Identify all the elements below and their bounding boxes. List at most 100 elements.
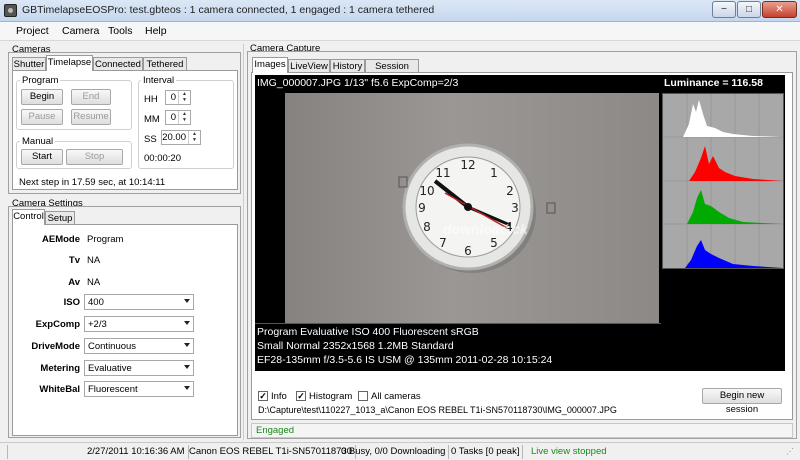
svg-text:11: 11 xyxy=(435,166,450,180)
histogram-panel xyxy=(662,93,784,269)
all-cameras-checkbox[interactable] xyxy=(358,391,368,401)
watermark: download.ck xyxy=(443,221,528,237)
histogram-chart xyxy=(663,94,783,268)
mm-label: MM xyxy=(144,114,160,125)
histogram-blue xyxy=(663,240,783,268)
hh-value: 0 xyxy=(170,92,176,103)
window-title: GBTimelapseEOSPro: test.gbteos : 1 camer… xyxy=(22,4,435,16)
tab-history[interactable]: History xyxy=(330,59,365,73)
start-button[interactable]: Start xyxy=(21,149,63,165)
menu-bar: Project Camera Tools Help xyxy=(0,22,800,41)
mm-spinner[interactable]: 0 ▲ ▼ xyxy=(165,110,191,125)
histogram-red xyxy=(663,146,783,181)
whitebal-label: WhiteBal xyxy=(39,384,80,395)
tv-label: Tv xyxy=(68,255,80,266)
tab-setup[interactable]: Setup xyxy=(45,211,75,225)
hh-label: HH xyxy=(144,94,158,105)
drivemode-value: Continuous xyxy=(88,341,137,352)
metering-select[interactable]: Evaluative xyxy=(84,360,194,376)
status-camera: Canon EOS REBEL T1i-SN570118730 xyxy=(186,445,357,459)
histogram-green xyxy=(663,190,783,224)
menu-project[interactable]: Project xyxy=(16,25,49,37)
svg-text:6: 6 xyxy=(464,244,472,258)
program-legend: Program xyxy=(20,75,61,86)
menu-help[interactable]: Help xyxy=(145,25,167,37)
drivemode-label: DriveMode xyxy=(31,341,80,352)
end-button[interactable]: End xyxy=(71,89,111,105)
status-bar: 2/27/2011 10:16:36 AM Canon EOS REBEL T1… xyxy=(0,442,800,460)
tab-liveview[interactable]: LiveView xyxy=(288,59,330,73)
tab-timelapse[interactable]: Timelapse xyxy=(46,55,93,71)
all-cameras-checkbox-label: All cameras xyxy=(371,391,421,402)
title-bar: GBTimelapseEOSPro: test.gbteos : 1 camer… xyxy=(0,0,800,22)
status-busy: 0 Busy, 0/0 Downloading xyxy=(338,445,450,459)
manual-legend: Manual xyxy=(20,136,56,147)
av-label: Av xyxy=(68,277,80,288)
spin-arrows-icon[interactable]: ▲ ▼ xyxy=(178,91,190,104)
iso-value: 400 xyxy=(88,297,104,308)
aemode-value: Program xyxy=(87,234,124,245)
spin-arrows-icon[interactable]: ▲ ▼ xyxy=(188,131,200,144)
engaged-text: Engaged xyxy=(256,425,295,436)
tab-images[interactable]: Images xyxy=(252,57,288,73)
svg-text:5: 5 xyxy=(490,236,498,250)
tab-shutter[interactable]: Shutter xyxy=(12,57,46,71)
info-line-3: EF28-135mm f/3.5-5.6 IS USM @ 135mm 2011… xyxy=(257,354,553,366)
info-checkbox[interactable]: ✓ xyxy=(258,391,268,401)
dropdown-arrow-icon xyxy=(184,343,190,347)
engaged-bar: Engaged xyxy=(251,423,793,438)
tab-connected[interactable]: Connected xyxy=(93,57,143,71)
menu-camera[interactable]: Camera xyxy=(62,25,99,37)
begin-new-session-button[interactable]: Begin new session xyxy=(702,388,782,415)
spin-arrows-icon[interactable]: ▲ ▼ xyxy=(178,111,190,124)
histogram-checkbox-label: Histogram xyxy=(309,391,353,402)
dropdown-arrow-icon xyxy=(184,321,190,325)
expcomp-value: +2/3 xyxy=(88,319,107,330)
svg-text:12: 12 xyxy=(460,158,475,172)
svg-text:1: 1 xyxy=(490,166,498,180)
info-line-2: Small Normal 2352x1568 1.2MB Standard xyxy=(257,340,454,352)
resume-button[interactable]: Resume xyxy=(71,109,111,125)
hh-spinner[interactable]: 0 ▲ ▼ xyxy=(165,90,191,105)
tab-session-log[interactable]: Session Log xyxy=(365,59,419,85)
dropdown-arrow-icon xyxy=(184,299,190,303)
histogram-white xyxy=(663,100,783,137)
status-spacer xyxy=(0,445,8,459)
panel-splitter[interactable] xyxy=(243,44,246,440)
tab-tethered[interactable]: Tethered xyxy=(143,57,187,71)
minimize-button[interactable]: − xyxy=(712,1,736,18)
stop-button[interactable]: Stop xyxy=(66,149,123,165)
dropdown-arrow-icon xyxy=(184,386,190,390)
pause-button[interactable]: Pause xyxy=(21,109,63,125)
resize-grip-icon[interactable]: ⋰ xyxy=(786,447,794,456)
maximize-button[interactable]: □ xyxy=(737,1,761,18)
expcomp-select[interactable]: +2/3 xyxy=(84,316,194,332)
ss-spinner[interactable]: 20.00 ▲ ▼ xyxy=(161,130,201,145)
luminance-text: Luminance = 116.58 xyxy=(664,77,763,89)
dropdown-arrow-icon xyxy=(184,365,190,369)
svg-text:8: 8 xyxy=(423,220,431,234)
ss-label: SS xyxy=(144,134,157,145)
info-divider xyxy=(255,323,661,324)
image-path: D:\Capture\test\110227_1013_a\Canon EOS … xyxy=(258,405,617,415)
svg-text:3: 3 xyxy=(511,201,519,215)
expcomp-label: ExpComp xyxy=(35,319,80,330)
status-tasks: 0 Tasks [0 peak] xyxy=(448,445,524,459)
close-button[interactable]: ✕ xyxy=(762,1,797,18)
tab-control[interactable]: Control xyxy=(12,209,45,225)
svg-text:10: 10 xyxy=(419,184,434,198)
begin-button[interactable]: Begin xyxy=(21,89,63,105)
mm-value: 0 xyxy=(170,112,176,123)
metering-label: Metering xyxy=(40,363,80,374)
clock-photo-icon: 1212 345 678 91011 xyxy=(398,143,556,273)
drivemode-select[interactable]: Continuous xyxy=(84,338,194,354)
iso-select[interactable]: 400 xyxy=(84,294,194,310)
metering-value: Evaluative xyxy=(88,363,132,374)
whitebal-select[interactable]: Fluorescent xyxy=(84,381,194,397)
svg-text:7: 7 xyxy=(439,236,447,250)
menu-tools[interactable]: Tools xyxy=(108,25,133,37)
app-icon xyxy=(4,4,17,17)
elapsed-time: 00:00:20 xyxy=(144,153,181,164)
histogram-checkbox[interactable]: ✓ xyxy=(296,391,306,401)
tv-value: NA xyxy=(87,255,101,266)
